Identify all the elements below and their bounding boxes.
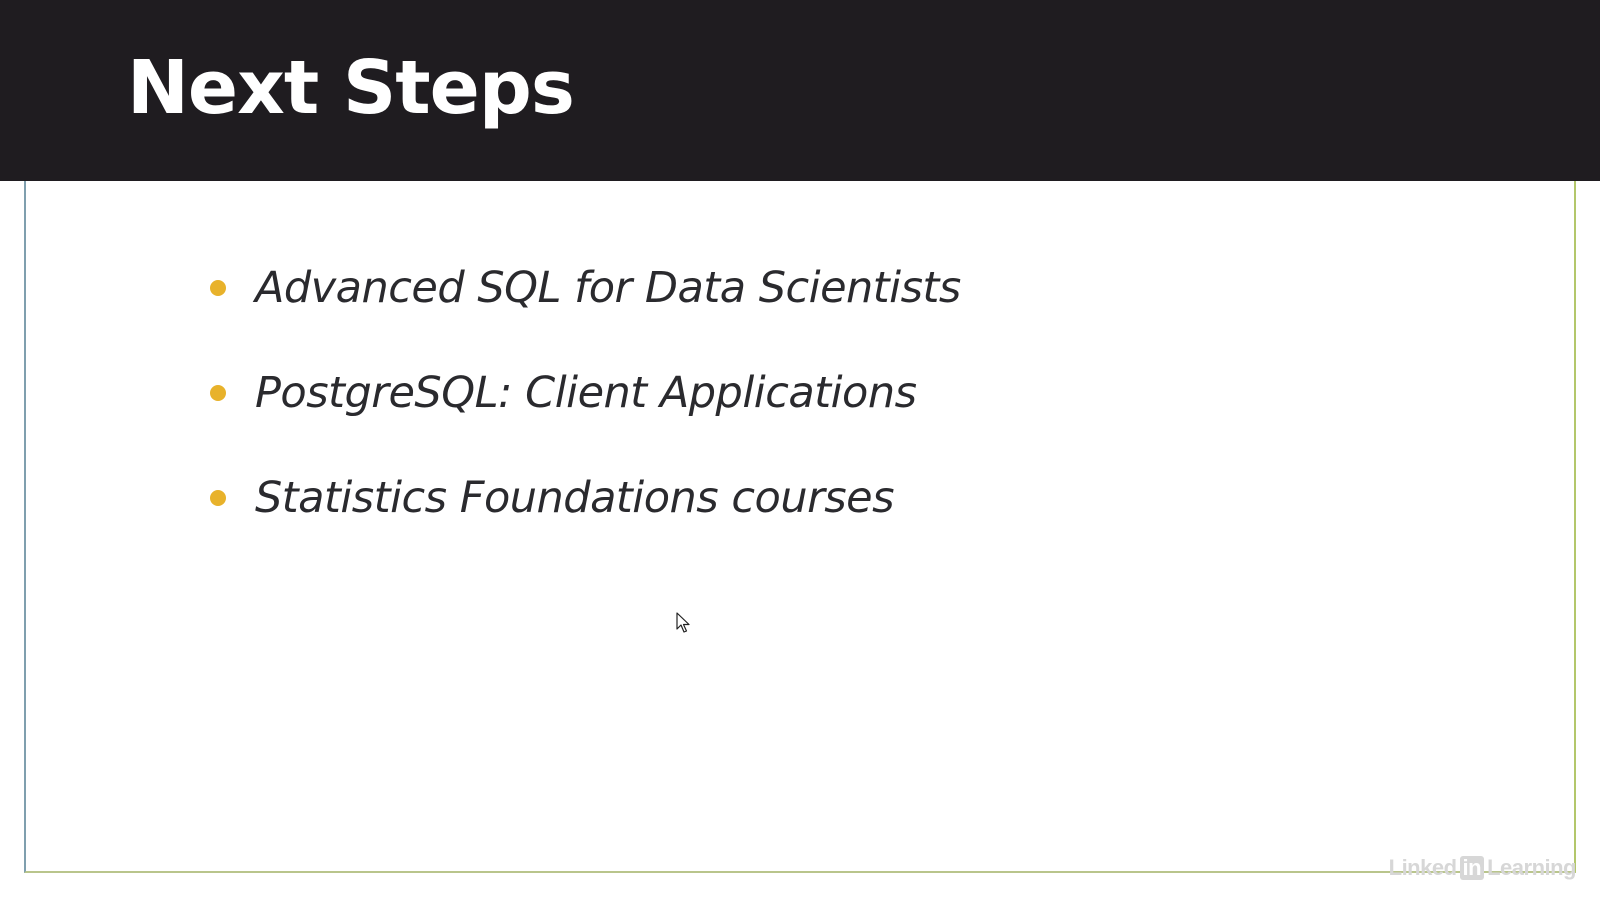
bullet-item: PostgreSQL: Client Applications	[210, 340, 961, 445]
title-bar: Next Steps	[0, 0, 1600, 181]
bullet-item: Statistics Foundations courses	[210, 445, 961, 550]
watermark-in-logo: in	[1459, 856, 1485, 880]
mouse-pointer-icon	[676, 612, 690, 633]
watermark-suffix: Learning	[1487, 855, 1576, 880]
bullet-dot-icon	[210, 489, 226, 506]
watermark-prefix: Linked	[1388, 855, 1457, 880]
slide: Next Steps Advanced SQL for Data Scienti…	[0, 0, 1600, 900]
bullet-list: Advanced SQL for Data Scientists Postgre…	[210, 235, 961, 550]
bullet-text: PostgreSQL: Client Applications	[255, 367, 917, 418]
bullet-dot-icon	[210, 279, 226, 296]
linkedin-learning-watermark: Linked in Learning	[1389, 855, 1576, 881]
bullet-text: Advanced SQL for Data Scientists	[255, 262, 961, 313]
slide-title: Next Steps	[127, 45, 575, 131]
bullet-item: Advanced SQL for Data Scientists	[210, 235, 961, 340]
bullet-dot-icon	[210, 384, 226, 401]
bullet-text: Statistics Foundations courses	[255, 472, 895, 523]
